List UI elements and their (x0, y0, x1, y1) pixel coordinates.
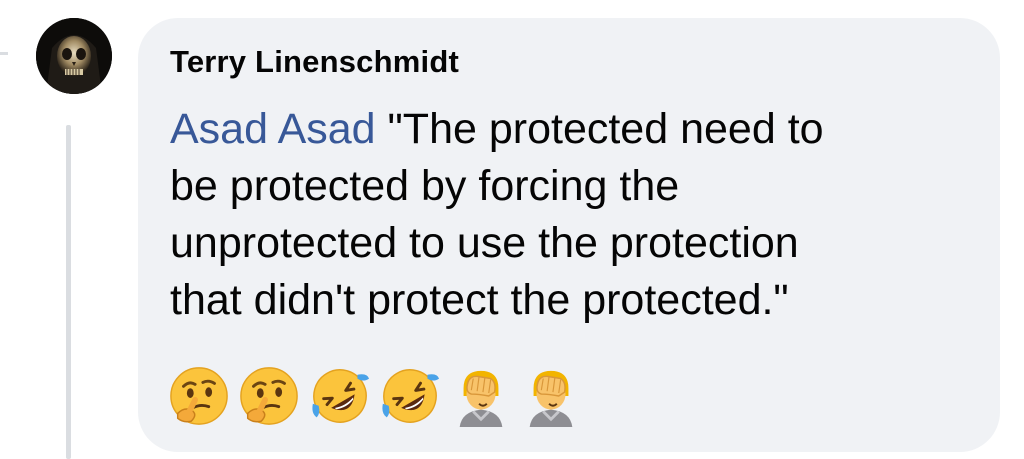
comment-line-3: unprotected to use the protection (170, 219, 799, 267)
avatar[interactable] (36, 18, 112, 94)
skull-avatar-icon (36, 18, 112, 94)
thread-connector (0, 52, 8, 55)
rolling-on-floor-laughing-icon (382, 369, 440, 423)
rolling-on-floor-laughing-icon (312, 369, 369, 423)
mention-link[interactable]: Asad Asad (170, 105, 376, 153)
comment-line-2: be protected by forcing the (170, 162, 680, 210)
reply-thread-line (66, 125, 71, 459)
facepalm-icon (459, 370, 503, 427)
thinking-face-icon (170, 367, 228, 425)
comment-author[interactable]: Terry Linenschmidt (170, 44, 459, 80)
facepalm-icon (529, 370, 573, 427)
comment-text: Asad Asad "The protected need to be prot… (170, 101, 990, 329)
comment-line-4: that didn't protect the protected." (170, 276, 789, 324)
comment-line-1: Asad Asad "The protected need to (170, 101, 990, 158)
thinking-face-icon (240, 367, 299, 425)
comment-text-segment: "The protected need to (387, 105, 824, 153)
emoji-row (168, 365, 586, 427)
